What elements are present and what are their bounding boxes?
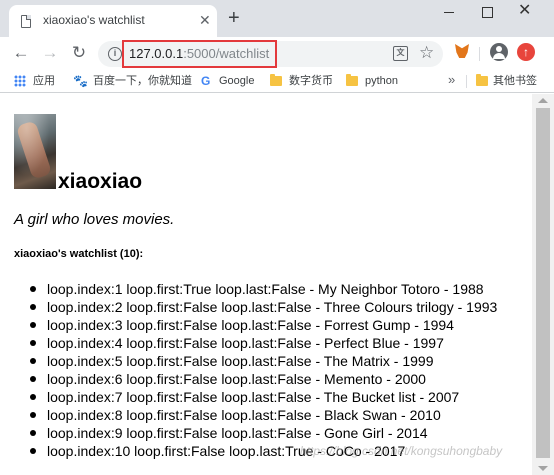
new-tab-button[interactable]: + xyxy=(228,8,240,28)
forward-button[interactable]: → xyxy=(40,43,60,63)
minimize-window-button[interactable] xyxy=(441,4,457,20)
reload-button[interactable]: ↻ xyxy=(69,43,89,63)
account-icon[interactable] xyxy=(490,43,508,61)
movie-entry: loop.index:6 loop.first:False loop.last:… xyxy=(47,371,426,387)
movie-entry: loop.index:4 loop.first:False loop.last:… xyxy=(47,335,444,351)
list-item: loop.index:2 loop.first:False loop.last:… xyxy=(30,298,530,316)
watchlist-heading: xiaoxiao's watchlist (10): xyxy=(14,248,144,260)
url-path: :5000/watchlist xyxy=(183,46,270,61)
address-bar[interactable]: i 127.0.0.1:5000/watchlist 文 ☆ xyxy=(98,40,443,68)
list-item: loop.index:1 loop.first:True loop.last:F… xyxy=(30,280,530,298)
bookmark-star-icon[interactable]: ☆ xyxy=(419,43,434,63)
bookmarks-divider xyxy=(466,75,467,88)
browser-tab[interactable]: xiaoxiao's watchlist ✕ xyxy=(9,5,217,37)
user-bio: A girl who loves movies. xyxy=(14,211,175,228)
movie-entry: loop.index:1 loop.first:True loop.last:F… xyxy=(47,281,484,297)
scrollbar-thumb[interactable] xyxy=(536,108,550,458)
list-item: loop.index:9 loop.first:False loop.last:… xyxy=(30,424,530,442)
bullet-icon xyxy=(30,448,36,454)
list-item: loop.index:3 loop.first:False loop.last:… xyxy=(30,316,530,334)
bookmark-folder-python[interactable]: python xyxy=(365,73,398,89)
apps-icon xyxy=(14,75,26,87)
metamask-extension-icon[interactable] xyxy=(455,44,469,58)
update-icon[interactable]: ↑ xyxy=(517,43,535,61)
movie-entry: loop.index:8 loop.first:False loop.last:… xyxy=(47,407,441,423)
watermark: https://blog.csdn.net/kongsuhongbaby xyxy=(300,444,503,458)
folder-icon xyxy=(476,74,488,86)
tab-title: xiaoxiao's watchlist xyxy=(43,13,145,27)
page-viewport: xiaoxiao A girl who loves movies. xiaoxi… xyxy=(0,94,532,475)
list-item: loop.index:7 loop.first:False loop.last:… xyxy=(30,388,530,406)
url-host: 127.0.0.1 xyxy=(129,46,184,61)
bullet-icon xyxy=(30,394,36,400)
browser-toolbar: ← → ↻ i 127.0.0.1:5000/watchlist 文 ☆ ↑ xyxy=(0,37,554,69)
folder-icon xyxy=(346,74,358,86)
bullet-icon xyxy=(30,376,36,382)
vertical-scrollbar[interactable] xyxy=(532,94,554,475)
bookmarks-bar: 应用 🐾 百度一下，你就知道 G Google 数字货币 python » 其他… xyxy=(0,69,554,93)
browser-titlebar: xiaoxiao's watchlist ✕ + ✕ xyxy=(0,0,554,37)
site-info-icon[interactable]: i xyxy=(108,47,122,61)
url-text[interactable]: 127.0.0.1:5000/watchlist xyxy=(129,46,269,61)
translate-icon[interactable]: 文 xyxy=(393,46,408,61)
bullet-icon xyxy=(30,304,36,310)
watchlist: loop.index:1 loop.first:True loop.last:F… xyxy=(30,280,530,460)
bookmark-apps[interactable]: 应用 xyxy=(33,73,55,89)
bookmark-folder-crypto[interactable]: 数字货币 xyxy=(289,73,333,89)
list-item: loop.index:4 loop.first:False loop.last:… xyxy=(30,334,530,352)
folder-icon xyxy=(270,74,282,86)
bullet-icon xyxy=(30,340,36,346)
movie-entry: loop.index:3 loop.first:False loop.last:… xyxy=(47,317,454,333)
bullet-icon xyxy=(30,430,36,436)
bullet-icon xyxy=(30,358,36,364)
back-button[interactable]: ← xyxy=(11,43,31,63)
list-item: loop.index:8 loop.first:False loop.last:… xyxy=(30,406,530,424)
list-item: loop.index:6 loop.first:False loop.last:… xyxy=(30,370,530,388)
bookmark-baidu[interactable]: 百度一下，你就知道 xyxy=(93,73,192,89)
close-tab-icon[interactable]: ✕ xyxy=(199,11,211,29)
movie-entry: loop.index:9 loop.first:False loop.last:… xyxy=(47,425,428,441)
more-bookmarks-button[interactable]: » xyxy=(448,72,455,88)
toolbar-divider xyxy=(479,47,480,61)
page-icon xyxy=(21,15,31,28)
movie-entry: loop.index:7 loop.first:False loop.last:… xyxy=(47,389,460,405)
scroll-up-arrow-icon[interactable] xyxy=(538,98,548,103)
baidu-paw-icon: 🐾 xyxy=(73,74,88,88)
bookmark-google[interactable]: Google xyxy=(219,73,254,89)
movie-entry: loop.index:2 loop.first:False loop.last:… xyxy=(47,299,498,315)
page-title: xiaoxiao xyxy=(58,170,143,193)
scroll-down-arrow-icon[interactable] xyxy=(538,466,548,471)
close-window-button[interactable]: ✕ xyxy=(518,0,531,22)
movie-entry: loop.index:5 loop.first:False loop.last:… xyxy=(47,353,434,369)
maximize-window-button[interactable] xyxy=(479,4,495,20)
google-icon: G xyxy=(201,74,211,88)
bullet-icon xyxy=(30,412,36,418)
bullet-icon xyxy=(30,322,36,328)
bullet-icon xyxy=(30,286,36,292)
bookmark-other[interactable]: 其他书签 xyxy=(493,73,537,89)
avatar xyxy=(14,114,56,189)
list-item: loop.index:5 loop.first:False loop.last:… xyxy=(30,352,530,370)
